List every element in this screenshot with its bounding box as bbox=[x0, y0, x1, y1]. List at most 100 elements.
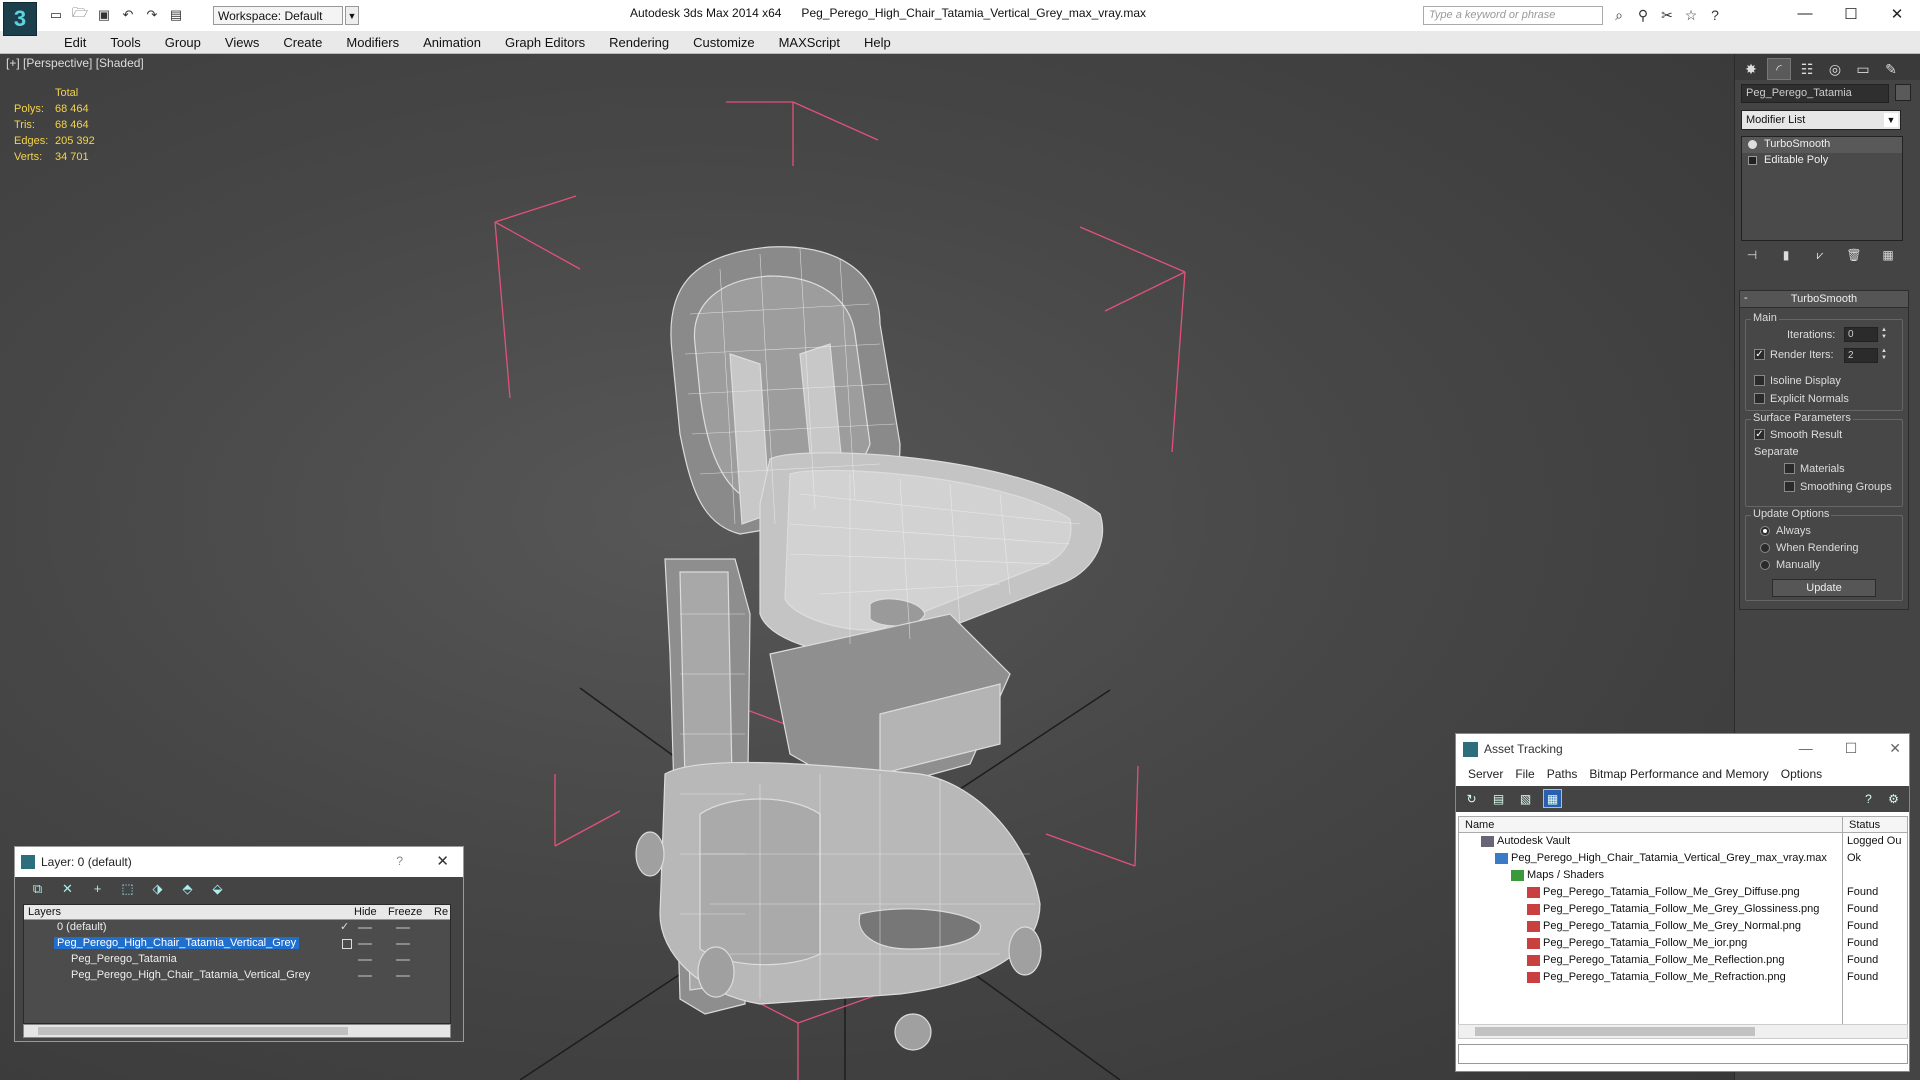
utilities-tab-icon[interactable]: ✎ bbox=[1879, 58, 1903, 80]
menu-animation[interactable]: Animation bbox=[411, 31, 493, 53]
asset-row[interactable]: Peg_Perego_Tatamia_Follow_Me_Reflection.… bbox=[1459, 952, 1907, 969]
workspace-dropdown[interactable]: Workspace: Default bbox=[213, 6, 343, 25]
menu-paths[interactable]: Paths bbox=[1541, 764, 1584, 786]
spinner-arrows-icon[interactable]: ▲ ▼ bbox=[1881, 348, 1888, 363]
hide-toggle[interactable] bbox=[358, 927, 372, 929]
menu-views[interactable]: Views bbox=[213, 31, 271, 53]
delete-layer-icon[interactable]: ✕ bbox=[59, 880, 76, 897]
hide-toggle[interactable] bbox=[358, 943, 372, 945]
asset-row[interactable]: Peg_Perego_Tatamia_Follow_Me_Refraction.… bbox=[1459, 969, 1907, 986]
asset-row[interactable]: Peg_Perego_Tatamia_Follow_Me_ior.png Fou… bbox=[1459, 935, 1907, 952]
smooth-result-checkbox[interactable]: ✓ bbox=[1754, 429, 1765, 440]
asset-row[interactable]: Peg_Perego_Tatamia_Follow_Me_Grey_Glossi… bbox=[1459, 901, 1907, 918]
render-iters-spinner[interactable]: 2 bbox=[1844, 348, 1878, 363]
new-file-icon[interactable]: ▭ bbox=[46, 6, 66, 24]
add-to-layer-icon[interactable]: + bbox=[89, 880, 106, 897]
column-header[interactable]: Re bbox=[434, 906, 448, 918]
update-button[interactable]: Update bbox=[1772, 579, 1876, 597]
close-icon[interactable]: ✕ bbox=[1889, 740, 1901, 757]
stack-item-turbosmooth[interactable]: TurboSmooth bbox=[1742, 137, 1902, 153]
favorites-star-icon[interactable]: ☆ bbox=[1682, 6, 1700, 24]
close-icon[interactable]: ✕ bbox=[436, 852, 449, 870]
freeze-toggle[interactable] bbox=[396, 927, 410, 929]
motion-tab-icon[interactable]: ◎ bbox=[1823, 58, 1847, 80]
asset-row[interactable]: Maps / Shaders bbox=[1459, 867, 1907, 884]
freeze-toggle[interactable] bbox=[396, 943, 410, 945]
table-view-icon[interactable]: ▦ bbox=[1543, 789, 1562, 808]
close-button[interactable]: ✕ bbox=[1874, 0, 1920, 27]
column-header-status[interactable]: Status bbox=[1849, 819, 1880, 831]
freeze-toggle[interactable] bbox=[396, 975, 410, 977]
explicit-normals-checkbox[interactable] bbox=[1754, 393, 1765, 404]
hide-toggle[interactable] bbox=[358, 959, 372, 961]
lightbulb-icon[interactable] bbox=[1748, 140, 1757, 149]
asset-row[interactable]: Peg_Perego_High_Chair_Tatamia_Vertical_G… bbox=[1459, 850, 1907, 867]
search-input[interactable]: Type a keyword or phrase bbox=[1423, 6, 1603, 25]
menu-bitmap-performance[interactable]: Bitmap Performance and Memory bbox=[1583, 764, 1774, 786]
help-settings-icon[interactable]: ⚙ bbox=[1884, 789, 1903, 808]
undo-icon[interactable]: ↶ bbox=[118, 6, 138, 24]
layer-row[interactable]: 0 (default) ✓ bbox=[24, 920, 450, 936]
menu-help[interactable]: Help bbox=[852, 31, 903, 53]
select-objects-icon[interactable]: ⬚ bbox=[119, 880, 136, 897]
communication-center-icon[interactable]: ⚲ bbox=[1634, 6, 1652, 24]
menu-options[interactable]: Options bbox=[1775, 764, 1828, 786]
maximize-button[interactable]: ☐ bbox=[1828, 0, 1874, 27]
column-header-name[interactable]: Name bbox=[1465, 819, 1494, 831]
layer-row[interactable]: Peg_Perego_High_Chair_Tatamia_Vertical_G… bbox=[24, 936, 450, 952]
menu-create[interactable]: Create bbox=[271, 31, 334, 53]
expand-toggle-icon[interactable] bbox=[1748, 156, 1757, 165]
column-header[interactable]: Layers bbox=[28, 906, 61, 918]
menu-customize[interactable]: Customize bbox=[681, 31, 766, 53]
help-icon[interactable]: ? bbox=[396, 854, 403, 868]
isoline-display-checkbox[interactable] bbox=[1754, 375, 1765, 386]
rollout-header[interactable]: - TurboSmooth bbox=[1740, 291, 1908, 308]
asset-path-field[interactable] bbox=[1458, 1044, 1908, 1064]
horizontal-scrollbar[interactable] bbox=[23, 1024, 451, 1038]
menu-maxscript[interactable]: MAXScript bbox=[767, 31, 852, 53]
horizontal-scrollbar[interactable] bbox=[1458, 1024, 1908, 1039]
asset-row[interactable]: Peg_Perego_Tatamia_Follow_Me_Grey_Normal… bbox=[1459, 918, 1907, 935]
manually-radio[interactable] bbox=[1760, 560, 1770, 570]
iterations-spinner[interactable]: 0 bbox=[1844, 327, 1878, 342]
when-rendering-radio[interactable] bbox=[1760, 543, 1770, 553]
stack-item-editable-poly[interactable]: Editable Poly bbox=[1742, 153, 1902, 169]
display-tab-icon[interactable]: ▭ bbox=[1851, 58, 1875, 80]
freeze-toggle[interactable] bbox=[396, 959, 410, 961]
menu-graph-editors[interactable]: Graph Editors bbox=[493, 31, 597, 53]
column-header[interactable]: Freeze bbox=[388, 906, 422, 918]
spinner-arrows-icon[interactable]: ▲ ▼ bbox=[1881, 327, 1888, 342]
viewport-label-menu[interactable]: [+] [Perspective] [Shaded] bbox=[6, 56, 144, 70]
scrollbar-thumb[interactable] bbox=[38, 1027, 348, 1035]
remove-modifier-icon[interactable]: 🗑 bbox=[1845, 246, 1863, 264]
asset-tracking-titlebar[interactable]: Asset Tracking — ☐ ✕ bbox=[1456, 734, 1909, 764]
layer-window-titlebar[interactable]: Layer: 0 (default) ? ✕ bbox=[15, 847, 463, 877]
help-icon[interactable]: ? bbox=[1859, 789, 1878, 808]
modify-tab-icon[interactable]: ◜ bbox=[1767, 58, 1791, 80]
object-color-swatch[interactable] bbox=[1895, 84, 1911, 101]
help-icon[interactable]: ? bbox=[1706, 6, 1724, 24]
column-header[interactable]: Hide bbox=[354, 906, 377, 918]
hide-all-layers-icon[interactable]: ⬘ bbox=[179, 880, 196, 897]
highlight-selected-icon[interactable]: ⬗ bbox=[149, 880, 166, 897]
application-menu-button[interactable]: 3 bbox=[3, 2, 37, 36]
layer-row[interactable]: Peg_Perego_Tatamia bbox=[24, 952, 450, 968]
asset-row[interactable]: Autodesk Vault Logged Ou bbox=[1459, 833, 1907, 850]
show-end-result-icon[interactable]: ▮ bbox=[1777, 246, 1795, 264]
always-radio[interactable] bbox=[1760, 526, 1770, 536]
asset-row[interactable]: Peg_Perego_Tatamia_Follow_Me_Grey_Diffus… bbox=[1459, 884, 1907, 901]
open-file-icon[interactable]: 🗁 bbox=[70, 5, 90, 24]
make-unique-icon[interactable]: ⩗ bbox=[1811, 246, 1829, 264]
workspace-dropdown-arrow-icon[interactable]: ▼ bbox=[345, 6, 359, 25]
menu-rendering[interactable]: Rendering bbox=[597, 31, 681, 53]
modifier-list-dropdown[interactable]: Modifier List ▼ bbox=[1741, 110, 1901, 130]
create-layer-icon[interactable]: ⧉ bbox=[29, 880, 46, 897]
minimize-icon[interactable]: — bbox=[1799, 740, 1813, 757]
thumbnail-view-icon[interactable]: ▧ bbox=[1516, 789, 1535, 808]
object-name-field[interactable]: Peg_Perego_Tatamia bbox=[1741, 84, 1889, 103]
hide-toggle[interactable] bbox=[358, 975, 372, 977]
refresh-icon[interactable]: ↻ bbox=[1462, 789, 1481, 808]
menu-tools[interactable]: Tools bbox=[98, 31, 152, 53]
maximize-icon[interactable]: ☐ bbox=[1845, 740, 1858, 757]
menu-group[interactable]: Group bbox=[153, 31, 213, 53]
